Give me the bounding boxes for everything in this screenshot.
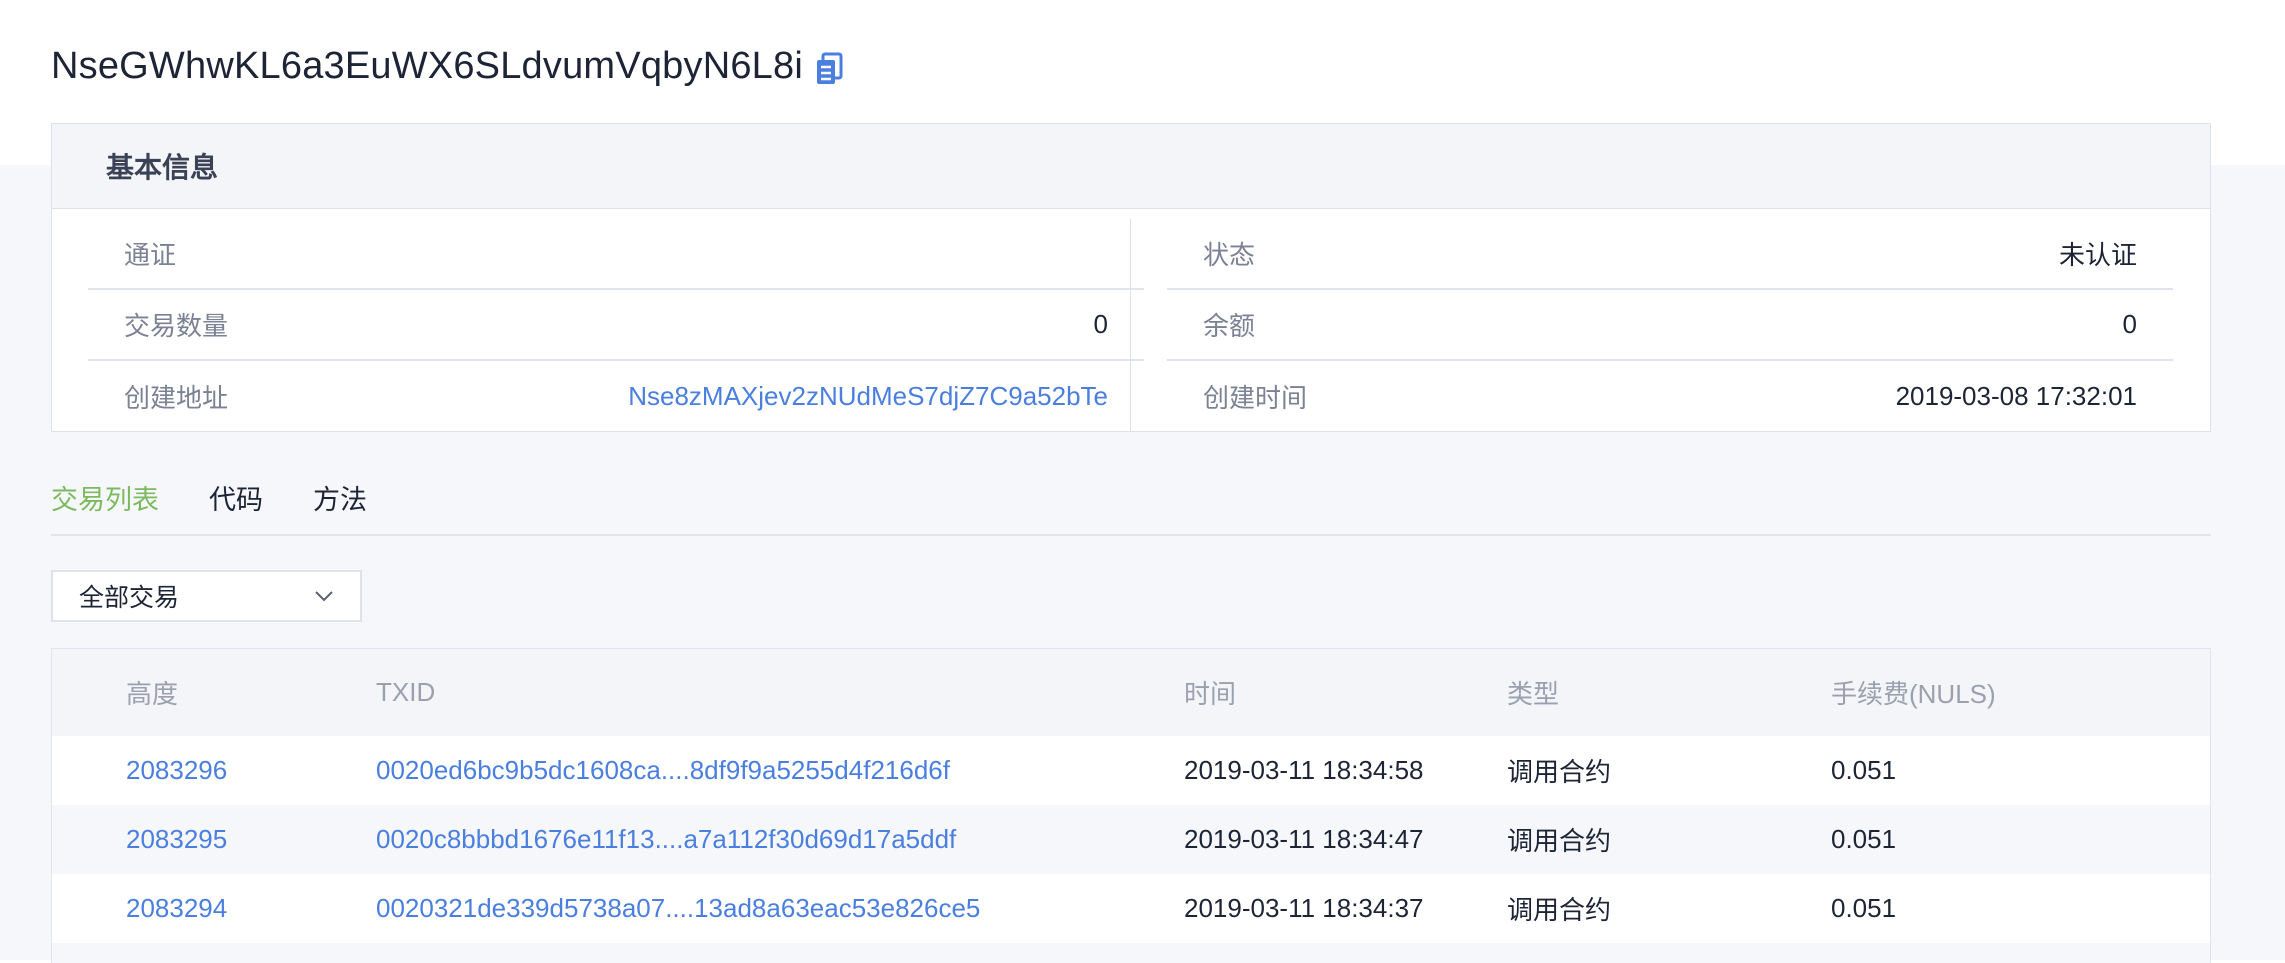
basic-info-card: 基本信息 通证 交易数量 0 创建地址 Nse8zMAXjev2zNUdMeS7… — [51, 123, 2211, 432]
tx-type: 调用合约 — [1507, 826, 1612, 856]
table-row-partial — [52, 943, 2210, 963]
info-right-column: 状态 未认证 余额 0 创建时间 2019-03-08 17:32:01 — [1167, 219, 2173, 432]
table-row: 2083295 0020c8bbbd1676e11f13....a7a112f3… — [52, 805, 2210, 874]
txid-link[interactable]: 0020c8bbbd1676e11f13....a7a112f30d69d17a… — [376, 824, 1184, 855]
tx-type: 调用合约 — [1507, 895, 1612, 925]
filter-selected-value: 全部交易 — [79, 584, 180, 612]
info-label: 创建地址 — [124, 383, 229, 413]
tab-methods[interactable]: 方法 — [313, 470, 367, 532]
info-row-balance: 余额 0 — [1167, 290, 2173, 361]
title-row: NseGWhwKL6a3EuWX6SLdvumVqbyN6L8i — [51, 36, 845, 96]
basic-info-header: 基本信息 — [52, 124, 2210, 209]
table-header: 高度 TXID 时间 类型 手续费(NULS) — [52, 649, 2210, 736]
creator-address-link[interactable]: Nse8zMAXjev2zNUdMeS7djZ7C9a52bTe — [628, 381, 1108, 412]
copy-icon[interactable] — [815, 52, 845, 86]
tab-code[interactable]: 代码 — [209, 470, 263, 532]
basic-info-heading: 基本信息 — [106, 152, 219, 183]
column-header-time: 时间 — [1184, 679, 1237, 709]
column-header-fee: 手续费(NULS) — [1831, 679, 1996, 709]
page-title: NseGWhwKL6a3EuWX6SLdvumVqbyN6L8i — [51, 44, 803, 87]
tx-fee: 0.051 — [1831, 824, 1897, 854]
column-header-height: 高度 — [126, 679, 179, 709]
txid-link[interactable]: 0020321de339d5738a07....13ad8a63eac53e82… — [376, 893, 1184, 924]
transaction-filter-select[interactable]: 全部交易 — [51, 570, 362, 622]
tx-time: 2019-03-11 18:34:37 — [1184, 893, 1424, 923]
info-left-column: 通证 交易数量 0 创建地址 Nse8zMAXjev2zNUdMeS7djZ7C… — [88, 219, 1144, 432]
block-height-link[interactable]: 2083296 — [52, 755, 376, 786]
info-label: 状态 — [1203, 240, 1256, 270]
info-value: 0 — [1093, 309, 1108, 339]
info-label: 通证 — [124, 240, 177, 270]
tab-bar: 交易列表 代码 方法 — [51, 470, 2211, 536]
status-value: 未认证 — [2058, 240, 2137, 270]
chevron-down-icon — [315, 591, 333, 602]
column-divider — [1130, 219, 1131, 431]
txid-link[interactable]: 0020ed6bc9b5dc1608ca....8df9f9a5255d4f21… — [376, 755, 1184, 786]
transaction-table: 高度 TXID 时间 类型 手续费(NULS) 2083296 0020ed6b… — [51, 648, 2211, 963]
tx-fee: 0.051 — [1831, 893, 1897, 923]
info-label: 创建时间 — [1203, 383, 1308, 413]
info-label: 交易数量 — [124, 311, 229, 341]
info-value: 2019-03-08 17:32:01 — [1895, 381, 2137, 411]
info-value: 0 — [2122, 309, 2137, 339]
tx-time: 2019-03-11 18:34:58 — [1184, 755, 1424, 785]
tx-time: 2019-03-11 18:34:47 — [1184, 824, 1424, 854]
info-row-creator: 创建地址 Nse8zMAXjev2zNUdMeS7djZ7C9a52bTe — [88, 361, 1144, 432]
table-row: 2083296 0020ed6bc9b5dc1608ca....8df9f9a5… — [52, 736, 2210, 805]
tab-transactions[interactable]: 交易列表 — [51, 470, 159, 532]
block-height-link[interactable]: 2083294 — [52, 893, 376, 924]
column-header-type: 类型 — [1507, 679, 1560, 709]
info-row-created-time: 创建时间 2019-03-08 17:32:01 — [1167, 361, 2173, 432]
block-height-link[interactable]: 2083295 — [52, 824, 376, 855]
info-row-status: 状态 未认证 — [1167, 219, 2173, 290]
column-header-txid: TXID — [376, 677, 436, 707]
info-row-tx-count: 交易数量 0 — [88, 290, 1144, 361]
tx-type: 调用合约 — [1507, 757, 1612, 787]
info-label: 余额 — [1203, 311, 1256, 341]
table-row: 2083294 0020321de339d5738a07....13ad8a63… — [52, 874, 2210, 943]
tx-fee: 0.051 — [1831, 755, 1897, 785]
info-row-token: 通证 — [88, 219, 1144, 290]
